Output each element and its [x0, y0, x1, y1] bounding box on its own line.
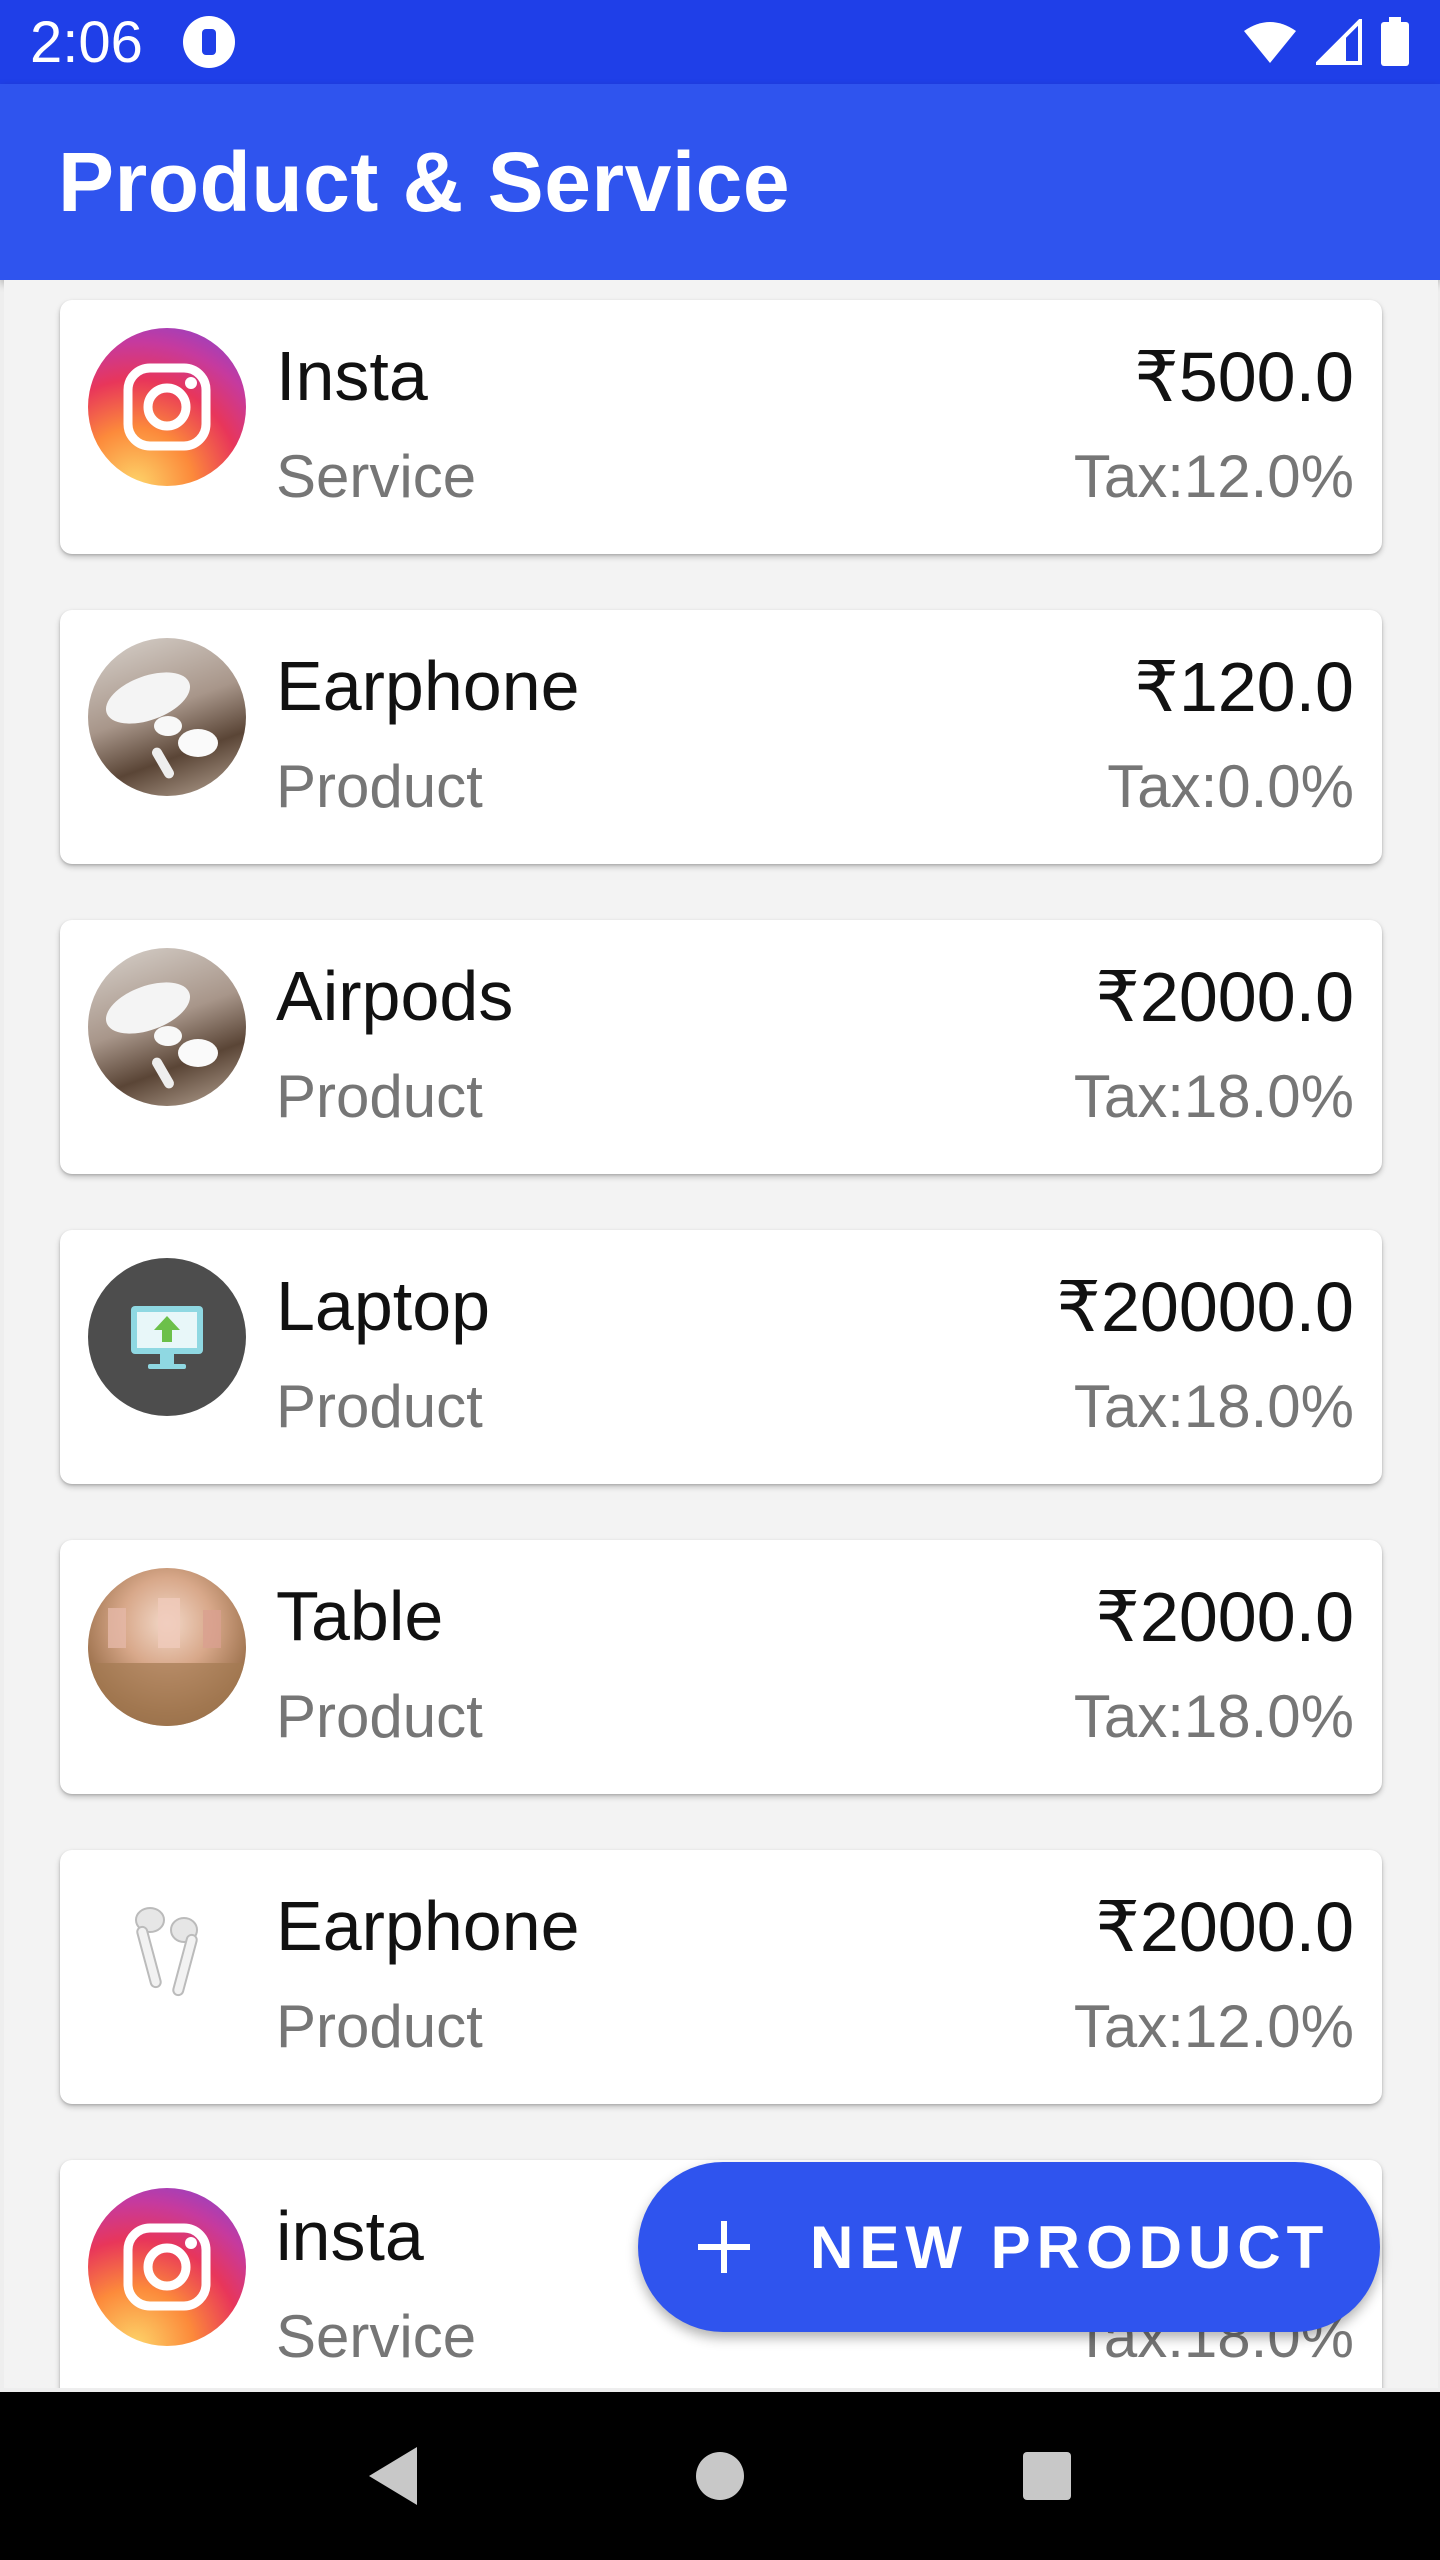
notification-app-icon — [182, 16, 235, 68]
monitor-upload-icon — [88, 1258, 246, 1416]
list-item[interactable]: Earphone Product ₹2000.0 Tax:12.0% — [60, 1850, 1382, 2104]
item-name: insta — [276, 2197, 424, 2275]
item-name: Earphone — [276, 1887, 580, 1965]
status-bar: 2:06 — [0, 0, 1440, 84]
wifi-icon — [1244, 22, 1296, 63]
item-name: Earphone — [276, 647, 580, 725]
item-name: Laptop — [276, 1267, 491, 1345]
earphones-photo — [88, 638, 246, 796]
list-item[interactable]: Insta Service ₹500.0 Tax:12.0% — [60, 300, 1382, 554]
store-photo — [88, 1568, 246, 1726]
list-item[interactable]: Airpods Product ₹2000.0 Tax:18.0% — [60, 920, 1382, 1174]
item-price: ₹500.0 — [1134, 338, 1354, 416]
airpods-photo — [88, 1878, 246, 2036]
list-item[interactable]: Table Product ₹2000.0 Tax:18.0% — [60, 1540, 1382, 1794]
list-item[interactable]: Laptop Product ₹20000.0 Tax:18.0% — [60, 1230, 1382, 1484]
system-nav-bar — [0, 2392, 1440, 2560]
recents-button[interactable] — [1007, 2436, 1087, 2516]
item-name: Insta — [276, 337, 428, 415]
item-tax: Tax:12.0% — [1073, 443, 1354, 510]
item-type: Product — [276, 1993, 483, 2060]
instagram-icon — [88, 328, 246, 486]
page-title: Product & Service — [58, 134, 791, 229]
item-type: Service — [276, 443, 477, 510]
instagram-icon — [88, 2188, 246, 2346]
item-name: Airpods — [276, 957, 514, 1035]
item-tax: Tax:18.0% — [1073, 1373, 1354, 1440]
item-tax: Tax:0.0% — [1107, 753, 1354, 820]
item-tax: Tax:18.0% — [1073, 1683, 1354, 1750]
item-type: Product — [276, 1373, 483, 1440]
item-price: ₹20000.0 — [1056, 1268, 1354, 1346]
back-triangle-icon — [369, 2447, 418, 2505]
screen: 2:06 Product & Service Insta Service ₹50… — [0, 0, 1440, 2560]
battery-icon — [1381, 17, 1409, 66]
home-button[interactable] — [680, 2436, 760, 2516]
recents-square-icon — [1022, 2452, 1071, 2500]
home-circle-icon — [695, 2452, 744, 2500]
app-bar: Product & Service — [0, 84, 1440, 280]
new-product-label: NEW PRODUCT — [810, 2213, 1330, 2281]
item-price: ₹2000.0 — [1095, 1888, 1354, 1966]
product-list[interactable]: Insta Service ₹500.0 Tax:12.0% Earphone … — [4, 280, 1438, 2388]
item-price: ₹2000.0 — [1095, 1578, 1354, 1656]
item-price: ₹2000.0 — [1095, 958, 1354, 1036]
item-type: Product — [276, 1063, 483, 1130]
item-tax: Tax:18.0% — [1073, 1063, 1354, 1130]
plus-icon — [698, 2221, 750, 2273]
item-price: ₹120.0 — [1134, 648, 1354, 726]
back-button[interactable] — [353, 2436, 433, 2516]
cell-signal-icon — [1316, 19, 1362, 65]
list-item[interactable]: Earphone Product ₹120.0 Tax:0.0% — [60, 610, 1382, 864]
new-product-button[interactable]: NEW PRODUCT — [638, 2162, 1380, 2332]
status-time: 2:06 — [30, 9, 143, 75]
item-type: Product — [276, 753, 483, 820]
item-type: Service — [276, 2303, 477, 2370]
item-type: Product — [276, 1683, 483, 1750]
item-tax: Tax:12.0% — [1073, 1993, 1354, 2060]
earphones-photo — [88, 948, 246, 1106]
item-name: Table — [276, 1577, 444, 1655]
